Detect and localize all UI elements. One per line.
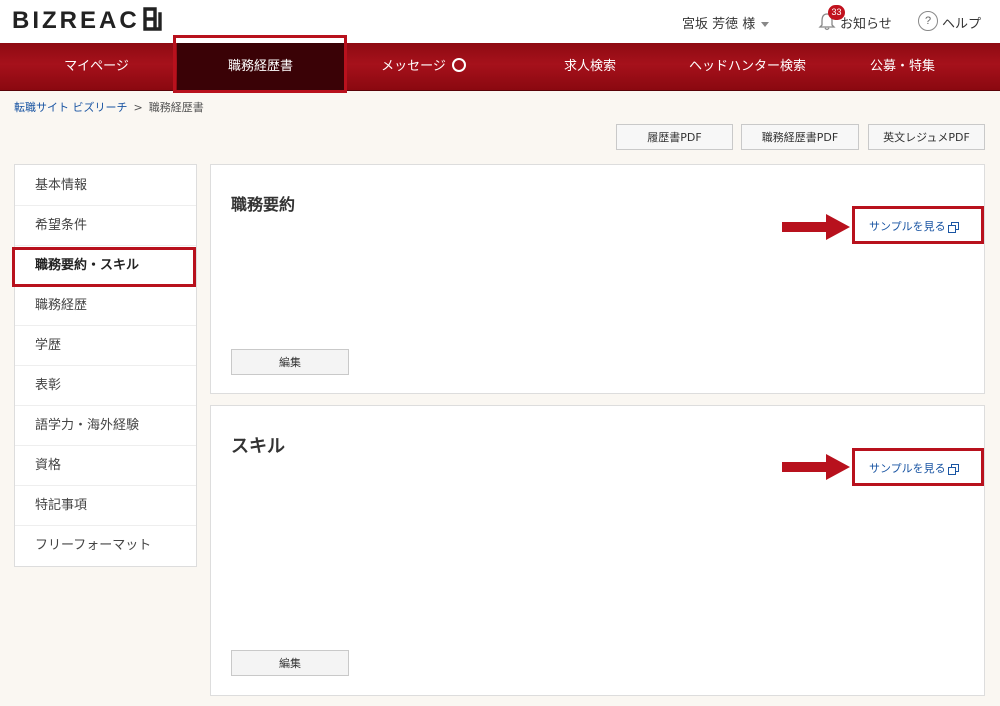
- sidebar-item-special-notes[interactable]: 特記事項: [15, 486, 196, 526]
- sample-link-box: サンプルを見る: [852, 206, 984, 244]
- resume-pdf-button[interactable]: 履歴書PDF: [616, 124, 733, 150]
- nav-item-headhunter-search[interactable]: ヘッドハンター検索: [670, 43, 825, 90]
- chevron-down-icon: [761, 22, 770, 27]
- sidebar-item-summary-skills[interactable]: 職務要約・スキル: [15, 246, 196, 286]
- nav-label: マイページ: [64, 59, 129, 74]
- logo-mark-icon: [142, 7, 162, 31]
- sample-link-label: サンプルを見る: [869, 220, 946, 233]
- breadcrumb-home-link[interactable]: 転職サイト ビズリーチ: [14, 101, 128, 114]
- breadcrumb-separator: >: [133, 101, 143, 114]
- nav-item-job-search[interactable]: 求人検索: [510, 43, 670, 90]
- user-menu[interactable]: 宮坂 芳徳 様: [682, 13, 770, 32]
- nav-item-mypage[interactable]: マイページ: [0, 43, 193, 90]
- unread-indicator-icon: [451, 58, 466, 72]
- career-history-pdf-button[interactable]: 職務経歴書PDF: [741, 124, 859, 150]
- sample-link-box: サンプルを見る: [852, 448, 984, 486]
- edit-button[interactable]: 編集: [231, 349, 349, 375]
- external-link-icon: [947, 222, 959, 233]
- section-title: スキル: [231, 436, 285, 457]
- view-sample-link[interactable]: サンプルを見る: [869, 460, 959, 476]
- breadcrumb: 転職サイト ビズリーチ > 職務経歴書: [14, 99, 204, 115]
- top-header: BIZREAC 宮坂 芳徳 様 33 お知らせ ? ヘルプ: [0, 0, 1000, 43]
- arrow-right-icon: [782, 454, 850, 480]
- sidebar-item-preferences[interactable]: 希望条件: [15, 206, 196, 246]
- help-label: ヘルプ: [942, 17, 982, 32]
- nav-item-resume[interactable]: 職務経歴書: [177, 43, 344, 90]
- nav-item-features[interactable]: 公募・特集: [825, 43, 980, 90]
- sidebar-item-free-format[interactable]: フリーフォーマット: [15, 526, 196, 566]
- breadcrumb-current: 職務経歴書: [148, 101, 204, 114]
- section-title: 職務要約: [231, 195, 296, 214]
- logo-text: BIZREAC: [12, 7, 140, 34]
- nav-label: ヘッドハンター検索: [688, 59, 806, 74]
- sidebar-item-languages[interactable]: 語学力・海外経験: [15, 406, 196, 446]
- arrow-right-icon: [782, 214, 850, 240]
- sidebar-item-qualifications[interactable]: 資格: [15, 446, 196, 486]
- nav-label: 求人検索: [563, 59, 616, 74]
- nav-label: メッセージ: [381, 59, 446, 74]
- nav-item-messages[interactable]: メッセージ: [347, 43, 500, 90]
- nav-label: 職務経歴書: [227, 59, 293, 74]
- sidebar-item-work-history[interactable]: 職務経歴: [15, 286, 196, 326]
- notifications-label: お知らせ: [840, 17, 892, 32]
- section-job-summary: 職務要約 編集: [210, 164, 985, 394]
- sample-link-label: サンプルを見る: [869, 462, 946, 475]
- user-name: 宮坂 芳徳 様: [682, 17, 756, 32]
- sidebar-item-awards[interactable]: 表彰: [15, 366, 196, 406]
- external-link-icon: [947, 464, 959, 475]
- help-icon: ?: [918, 11, 938, 31]
- main-nav: マイページ 職務経歴書 メッセージ 求人検索 ヘッドハンター検索 公募・特集: [0, 43, 1000, 91]
- english-resume-pdf-button[interactable]: 英文レジュメPDF: [868, 124, 985, 150]
- bizreach-logo[interactable]: BIZREAC: [12, 6, 164, 36]
- view-sample-link[interactable]: サンプルを見る: [869, 218, 959, 234]
- notifications-link[interactable]: 33 お知らせ: [818, 5, 910, 34]
- nav-label: 公募・特集: [869, 59, 935, 74]
- sidebar-item-education[interactable]: 学歴: [15, 326, 196, 366]
- edit-button[interactable]: 編集: [231, 650, 349, 676]
- sidebar-item-basic-info[interactable]: 基本情報: [15, 166, 196, 206]
- resume-sections-sidebar: 基本情報 希望条件 職務要約・スキル 職務経歴 学歴 表彰 語学力・海外経験 資…: [14, 164, 197, 567]
